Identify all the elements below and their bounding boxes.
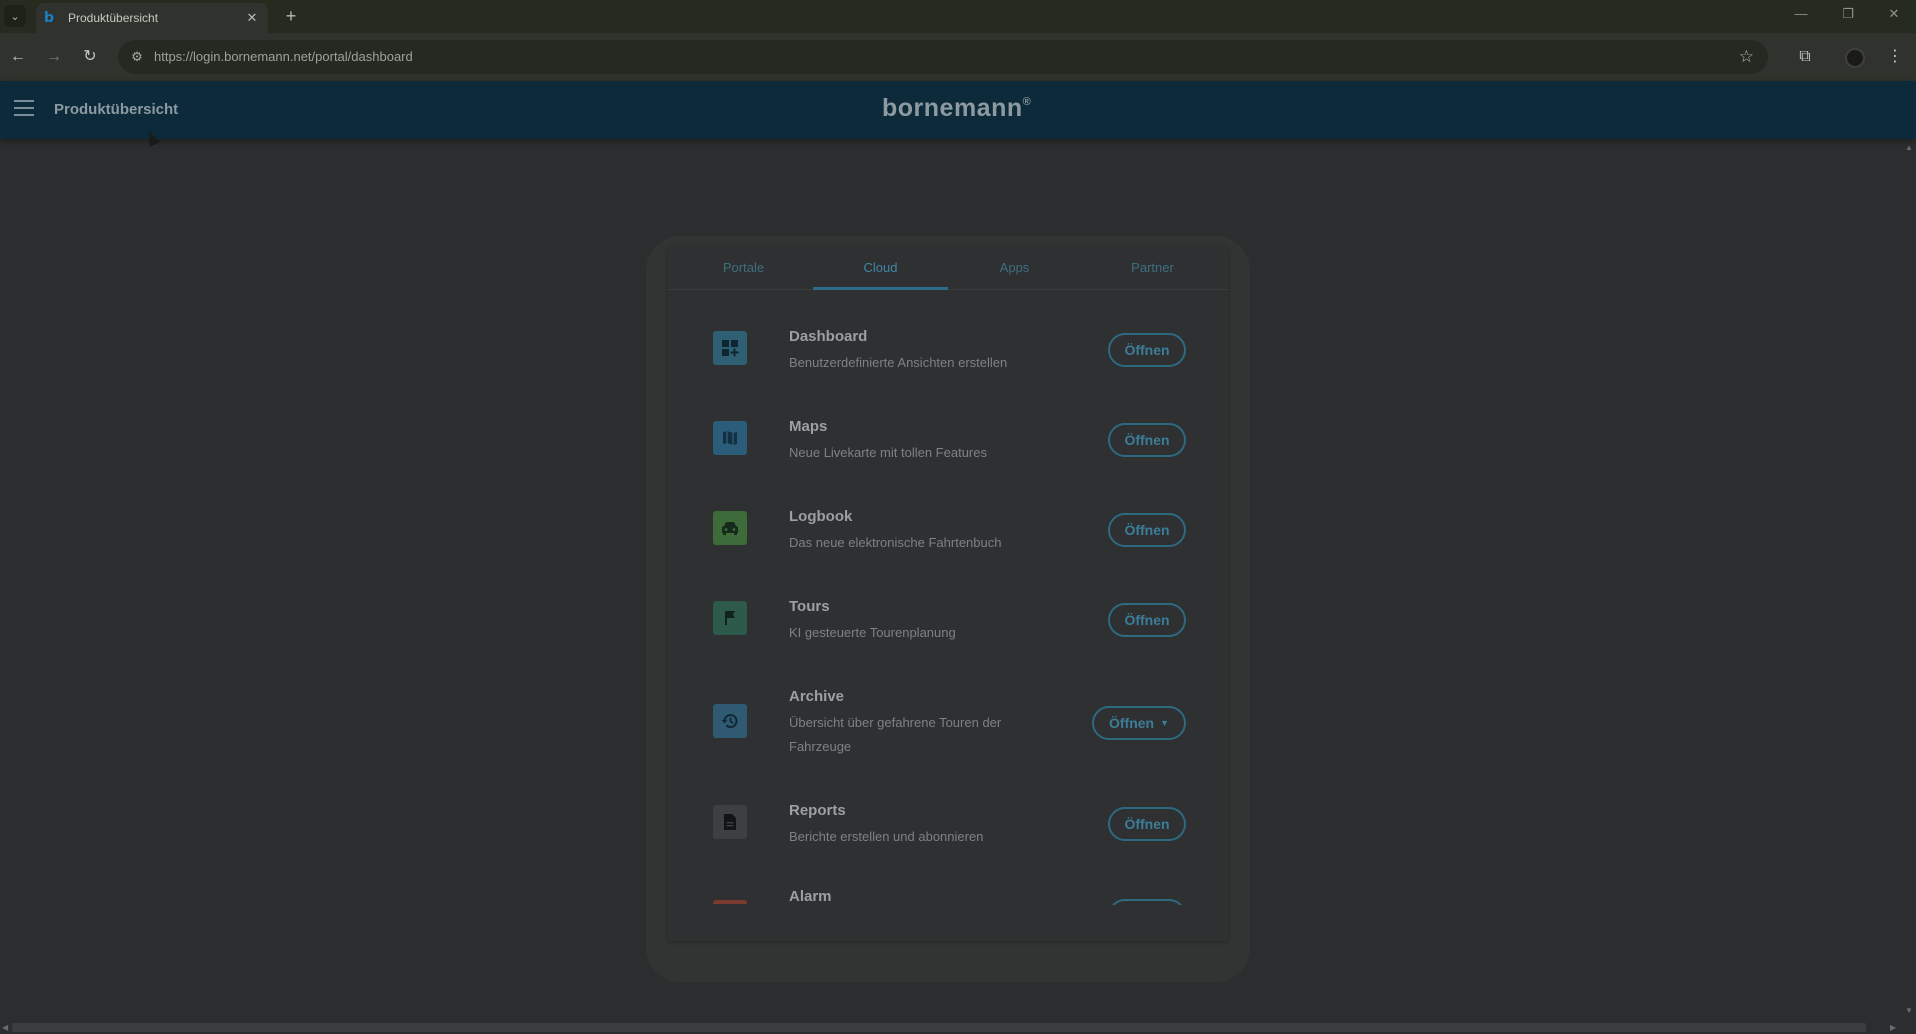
product-card: Portale Cloud Apps Partner Dashboard Ben… [668, 247, 1228, 941]
back-arrow-icon[interactable]: ← [6, 45, 30, 69]
tab-cloud[interactable]: Cloud [813, 260, 948, 275]
app-header: Produktübersicht bornemann® [0, 81, 1916, 139]
product-description: Das neue elektronische Fahrtenbuch [789, 535, 1002, 550]
product-description: Neue Livekarte mit tollen Features [789, 445, 987, 460]
menu-icon[interactable] [14, 100, 34, 118]
history-icon [713, 704, 747, 738]
open-archive-label: Öffnen [1108, 715, 1155, 731]
caret-down-icon: ▼ [1160, 718, 1170, 728]
window-close-icon[interactable]: ✕ [1879, 6, 1909, 22]
reload-icon[interactable]: ↻ [78, 45, 102, 69]
open-logbook-button[interactable]: Öffnen [1108, 513, 1186, 547]
car-icon [713, 511, 747, 545]
open-alarm-button[interactable] [1108, 899, 1186, 905]
active-tab-indicator [813, 287, 948, 290]
tab-search-chevron-icon[interactable]: ⌄ [4, 5, 26, 27]
forward-arrow-icon[interactable]: → [42, 45, 66, 69]
new-tab-button[interactable]: + [280, 5, 302, 27]
tab-partner[interactable]: Partner [1085, 260, 1220, 275]
scroll-right-arrow-icon[interactable]: ▶ [1890, 1023, 1896, 1032]
browser-tab[interactable]: b Produktübersicht ✕ [36, 3, 268, 33]
document-icon [713, 805, 747, 839]
open-archive-dropdown-button[interactable]: Öffnen ▼ [1092, 706, 1186, 740]
product-tabs: Portale Cloud Apps Partner [668, 247, 1228, 290]
bookmark-star-icon[interactable]: ☆ [1739, 47, 1754, 67]
product-name: Archive [789, 688, 845, 705]
tab-apps[interactable]: Apps [947, 260, 1082, 275]
product-name: Alarm [789, 888, 832, 904]
open-alarm-button-clip [1108, 899, 1186, 905]
url-text[interactable]: https://login.bornemann.net/portal/dashb… [154, 49, 413, 64]
browser-tab-strip: ⌄ b Produktübersicht ✕ + — ❐ ✕ [0, 0, 1916, 33]
open-tours-button[interactable]: Öffnen [1108, 603, 1186, 637]
open-maps-button[interactable]: Öffnen [1108, 423, 1186, 457]
logo-mark: ® [1022, 96, 1032, 108]
scroll-left-arrow-icon[interactable]: ◀ [2, 1023, 8, 1032]
tab-close-icon[interactable]: ✕ [244, 10, 260, 26]
dashboard-icon [713, 331, 747, 365]
product-description: KI gesteuerte Tourenplanung [789, 625, 956, 640]
page-title: Produktübersicht [54, 101, 179, 118]
product-description: Berichte erstellen und abonnieren [789, 829, 984, 844]
open-dashboard-button[interactable]: Öffnen [1108, 333, 1186, 367]
horizontal-scrollbar[interactable]: ◀ ▶ [0, 1021, 1916, 1034]
horizontal-scrollbar-thumb[interactable] [12, 1023, 1866, 1032]
profile-avatar[interactable] [1845, 48, 1865, 68]
browser-tab-title: Produktübersicht [68, 11, 159, 25]
product-name: Dashboard [789, 328, 868, 345]
site-settings-icon[interactable]: ⚙ [128, 48, 146, 66]
restore-icon[interactable]: ❐ [1833, 6, 1863, 22]
minimize-icon[interactable]: — [1786, 6, 1816, 21]
tab-portale[interactable]: Portale [676, 260, 811, 275]
product-name: Logbook [789, 508, 853, 525]
more-menu-icon[interactable]: ⋮ [1883, 45, 1907, 69]
browser-toolbar: ← → ↻ ⚙ https://login.bornemann.net/port… [0, 33, 1916, 81]
scroll-up-arrow-icon[interactable]: ▲ [1905, 143, 1913, 152]
address-bar[interactable]: ⚙ https://login.bornemann.net/portal/das… [118, 40, 1768, 74]
open-reports-button[interactable]: Öffnen [1108, 807, 1186, 841]
scroll-down-arrow-icon[interactable]: ▼ [1905, 1006, 1913, 1015]
flag-icon [713, 601, 747, 635]
product-name: Reports [789, 802, 846, 819]
product-description: Übersicht über gefahrene Touren der Fahr… [789, 715, 1002, 754]
product-name: Tours [789, 598, 830, 615]
product-name: Maps [789, 418, 828, 435]
logo-text: bornemann [882, 94, 1023, 122]
favicon-icon: b [44, 10, 55, 26]
alarm-icon [713, 900, 747, 904]
logo: bornemann® [882, 94, 1031, 123]
extensions-icon[interactable]: ⧉ [1793, 45, 1817, 69]
map-icon [713, 421, 747, 455]
product-description: Benutzerdefinierte Ansichten erstellen [789, 355, 1008, 370]
